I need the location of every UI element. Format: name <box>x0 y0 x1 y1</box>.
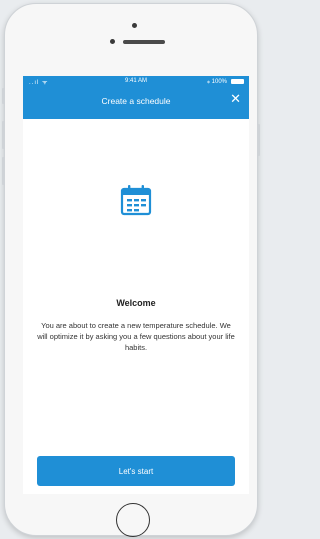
power-button <box>257 124 260 156</box>
front-camera <box>132 23 137 28</box>
volume-down-button <box>2 157 5 185</box>
calendar-icon <box>120 185 152 216</box>
battery-percentage: ⁎ 100% <box>206 79 227 85</box>
status-bar: ..ıl ᯤ 9:41 AM ⁎ 100% <box>23 78 249 88</box>
welcome-heading: Welcome <box>116 298 156 308</box>
phone-frame: ..ıl ᯤ 9:41 AM ⁎ 100% Create a schedule … <box>2 3 260 537</box>
battery-icon <box>231 79 244 84</box>
app-screen: ..ıl ᯤ 9:41 AM ⁎ 100% Create a schedule … <box>23 76 249 494</box>
volume-up-button <box>2 121 5 149</box>
app-header: ..ıl ᯤ 9:41 AM ⁎ 100% Create a schedule … <box>23 76 249 119</box>
earpiece-speaker <box>123 40 165 44</box>
welcome-description: You are about to create a new temperatur… <box>37 321 235 352</box>
proximity-sensor <box>110 39 115 44</box>
close-icon[interactable]: ✕ <box>230 92 241 106</box>
page-title: Create a schedule <box>101 96 171 106</box>
home-button[interactable] <box>116 503 150 537</box>
lets-start-button[interactable]: Let's start <box>37 456 235 486</box>
mute-switch <box>2 88 5 104</box>
